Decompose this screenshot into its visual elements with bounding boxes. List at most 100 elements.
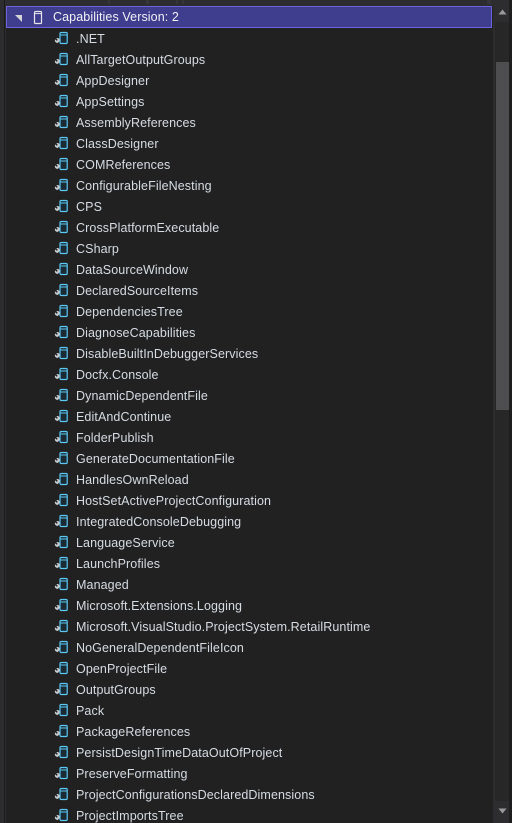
vertical-scrollbar[interactable] (493, 0, 512, 823)
tree-item-label: EditAndContinue (76, 409, 172, 424)
tree-item-label: AppSettings (76, 94, 145, 109)
capability-item-icon (53, 366, 71, 384)
tree-item-label: AllTargetOutputGroups (76, 52, 206, 67)
tree-item-label: ProjectConfigurationsDeclaredDimensions (76, 787, 315, 802)
tree-item-label: ConfigurableFileNesting (76, 178, 212, 193)
capabilities-tree-window: Capabilities Version: 2 .NET AllTargetOut… (0, 0, 512, 823)
tree-item-label: .NET (76, 31, 105, 46)
tree-item-row[interactable]: HostSetActiveProjectConfiguration (6, 490, 493, 511)
tree-item-row[interactable]: .NET (6, 28, 493, 49)
tree-item-row[interactable]: AllTargetOutputGroups (6, 49, 493, 70)
tree-item-row[interactable]: EditAndContinue (6, 406, 493, 427)
tree-item-row[interactable]: PersistDesignTimeDataOutOfProject (6, 742, 493, 763)
tree-item-row[interactable]: LanguageService (6, 532, 493, 553)
tree-item-label: DependenciesTree (76, 304, 183, 319)
tree-item-label: DeclaredSourceItems (76, 283, 199, 298)
tree-item-row[interactable]: ProjectConfigurationsDeclaredDimensions (6, 784, 493, 805)
tree-item-row[interactable]: Managed (6, 574, 493, 595)
tree-item-label: Microsoft.Extensions.Logging (76, 598, 243, 613)
tree-item-row[interactable]: ClassDesigner (6, 133, 493, 154)
tree-item-row[interactable]: Docfx.Console (6, 364, 493, 385)
capability-item-icon (53, 702, 71, 720)
tree-item-row[interactable]: CPS (6, 196, 493, 217)
scroll-down-arrow-icon[interactable] (495, 801, 510, 821)
tree-item-row[interactable]: ConfigurableFileNesting (6, 175, 493, 196)
tree-item-row[interactable]: PreserveFormatting (6, 763, 493, 784)
tree-item-row[interactable]: AppSettings (6, 91, 493, 112)
tree-item-row[interactable]: DependenciesTree (6, 301, 493, 322)
tree-item-label: AssemblyReferences (76, 115, 196, 130)
capability-item-icon (53, 156, 71, 174)
capability-item-icon (53, 618, 71, 636)
capability-item-icon (53, 177, 71, 195)
tree-item-row[interactable]: DynamicDependentFile (6, 385, 493, 406)
capability-item-icon (53, 807, 71, 823)
tree-item-row[interactable]: CrossPlatformExecutable (6, 217, 493, 238)
capability-item-icon (53, 135, 71, 153)
tree-item-label: PackageReferences (76, 724, 191, 739)
tree-item-row[interactable]: DiagnoseCapabilities (6, 322, 493, 343)
tree-item-row[interactable]: DeclaredSourceItems (6, 280, 493, 301)
tree-item-row[interactable]: PackageReferences (6, 721, 493, 742)
tree-root-row[interactable]: Capabilities Version: 2 (6, 6, 492, 28)
expander-expanded-icon[interactable] (7, 13, 29, 22)
tree-item-row[interactable]: FolderPublish (6, 427, 493, 448)
tree-item-row[interactable]: Pack (6, 700, 493, 721)
tree-item-row[interactable]: Microsoft.Extensions.Logging (6, 595, 493, 616)
capability-item-icon (53, 219, 71, 237)
tree-item-row[interactable]: OutputGroups (6, 679, 493, 700)
tree-item-row[interactable]: AppDesigner (6, 70, 493, 91)
tree-item-row[interactable]: CSharp (6, 238, 493, 259)
tree-item-label: COMReferences (76, 157, 171, 172)
tree-item-label: OutputGroups (76, 682, 156, 697)
tree-item-list: .NET AllTargetOutputGroups AppDesigner AppS… (6, 28, 493, 823)
tree-item-row[interactable]: COMReferences (6, 154, 493, 175)
capabilities-tree[interactable]: Capabilities Version: 2 .NET AllTargetOut… (6, 6, 493, 823)
tree-item-label: FolderPublish (76, 430, 154, 445)
tree-item-row[interactable]: OpenProjectFile (6, 658, 493, 679)
tree-item-label: CSharp (76, 241, 119, 256)
capability-item-icon (53, 786, 71, 804)
capability-item-icon (53, 723, 71, 741)
tree-item-label: Managed (76, 577, 129, 592)
tree-item-row[interactable]: ProjectImportsTree (6, 805, 493, 823)
capability-item-icon (53, 345, 71, 363)
capability-item-icon (53, 555, 71, 573)
tree-item-row[interactable]: Microsoft.VisualStudio.ProjectSystem.Ret… (6, 616, 493, 637)
tree-item-label: Pack (76, 703, 105, 718)
tree-item-row[interactable]: IntegratedConsoleDebugging (6, 511, 493, 532)
scrollbar-thumb[interactable] (496, 62, 509, 410)
capability-item-icon (53, 303, 71, 321)
capability-item-icon (53, 471, 71, 489)
capability-item-icon (53, 198, 71, 216)
tree-item-row[interactable]: GenerateDocumentationFile (6, 448, 493, 469)
tree-item-row[interactable]: DataSourceWindow (6, 259, 493, 280)
capability-item-icon (53, 240, 71, 258)
tree-item-label: CrossPlatformExecutable (76, 220, 220, 235)
tree-item-label: DisableBuiltInDebuggerServices (76, 346, 259, 361)
tree-item-row[interactable]: DisableBuiltInDebuggerServices (6, 343, 493, 364)
scroll-up-arrow-icon[interactable] (495, 2, 510, 22)
tree-item-row[interactable]: AssemblyReferences (6, 112, 493, 133)
tree-item-row[interactable]: HandlesOwnReload (6, 469, 493, 490)
capability-item-icon (53, 114, 71, 132)
tree-item-row[interactable]: LaunchProfiles (6, 553, 493, 574)
tree-item-row[interactable]: NoGeneralDependentFileIcon (6, 637, 493, 658)
